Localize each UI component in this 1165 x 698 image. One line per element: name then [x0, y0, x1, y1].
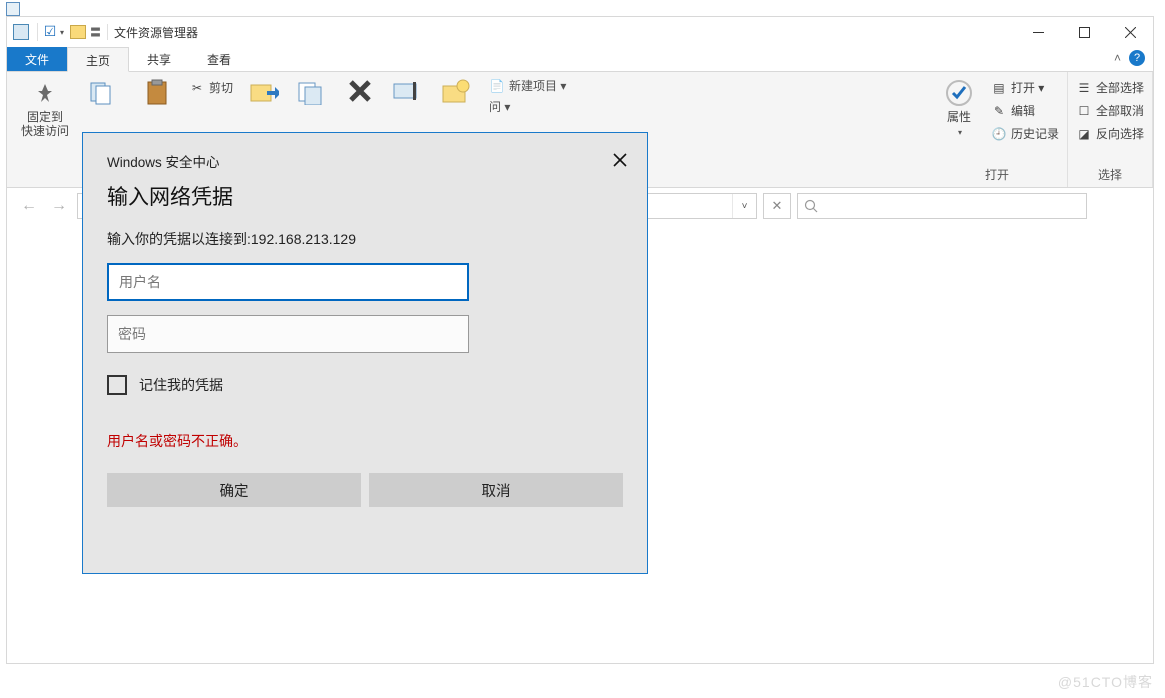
invert-icon: ◪: [1076, 126, 1092, 142]
select-group-label: 选择: [1076, 166, 1144, 185]
collapse-ribbon-icon[interactable]: ˄: [1114, 51, 1121, 65]
new-item-icon: 📄: [489, 78, 505, 94]
new-item-button[interactable]: 📄 新建项目 ▾: [489, 76, 566, 95]
select-none-icon: ☐: [1076, 103, 1092, 119]
edit-button[interactable]: ✎编辑: [991, 101, 1059, 120]
properties-button[interactable]: 属性 ▾: [935, 76, 983, 140]
maximize-button[interactable]: [1061, 17, 1107, 47]
watermark: @51CTO博客: [1058, 672, 1153, 692]
properties-label: 属性: [947, 110, 971, 124]
cancel-button[interactable]: 取消: [369, 473, 623, 507]
app-icon: [13, 24, 29, 40]
title-separator: [107, 24, 108, 40]
qat-separator: [37, 23, 38, 41]
help-icon[interactable]: ?: [1129, 50, 1145, 66]
scissors-icon: ✂: [189, 80, 205, 96]
easy-access-button[interactable]: 问 ▾: [489, 97, 566, 116]
minimize-button[interactable]: [1015, 17, 1061, 47]
select-none-label: 全部取消: [1096, 102, 1144, 119]
edit-icon: ✎: [991, 103, 1007, 119]
close-button[interactable]: [1107, 17, 1153, 47]
select-all-label: 全部选择: [1096, 79, 1144, 96]
ok-button[interactable]: 确定: [107, 473, 361, 507]
select-none-button[interactable]: ☐全部取消: [1076, 101, 1144, 120]
qat-dropdown-icon[interactable]: ▾: [60, 28, 64, 37]
cut-label: 剪切: [209, 79, 233, 96]
delete-icon[interactable]: [345, 76, 375, 106]
checkbox-icon: [107, 375, 127, 395]
title-bar: ☑ ▾ 〓 文件资源管理器: [7, 17, 1153, 47]
search-box[interactable]: [797, 193, 1087, 219]
copy-button[interactable]: [77, 76, 125, 108]
open-group-label: 打开: [935, 166, 1059, 185]
qat-properties-icon[interactable]: ☑: [42, 24, 58, 40]
credentials-dialog: Windows 安全中心 输入网络凭据 输入你的凭据以连接到:192.168.2…: [82, 132, 648, 574]
open-label: 打开 ▾: [1011, 79, 1044, 96]
tab-share[interactable]: 共享: [129, 47, 189, 71]
dialog-subtext: 输入你的凭据以连接到:192.168.213.129: [83, 221, 647, 263]
history-icon: 🕘: [991, 126, 1007, 142]
new-item-label: 新建项目 ▾: [509, 77, 566, 94]
checkmark-icon: [944, 78, 974, 108]
bg-window-icon: [6, 2, 20, 16]
copy-to-icon[interactable]: [297, 76, 327, 106]
window-controls: [1015, 17, 1153, 47]
back-button[interactable]: ←: [17, 194, 41, 218]
paste-button[interactable]: [133, 76, 181, 108]
pin-quick-access-button[interactable]: 固定到 快速访问: [21, 76, 69, 138]
dialog-heading: 输入网络凭据: [83, 175, 647, 221]
open-button[interactable]: ▤打开 ▾: [991, 78, 1059, 97]
tab-home[interactable]: 主页: [67, 47, 129, 72]
rename-icon[interactable]: [393, 76, 423, 106]
pin-icon: [30, 78, 60, 108]
password-field[interactable]: [107, 315, 469, 353]
folder-icon: [70, 25, 86, 39]
open-icon: ▤: [991, 80, 1007, 96]
invert-label: 反向选择: [1096, 125, 1144, 142]
pin-label: 固定到 快速访问: [21, 110, 69, 138]
dialog-close-button[interactable]: [609, 149, 631, 171]
invert-selection-button[interactable]: ◪反向选择: [1076, 124, 1144, 143]
tab-view[interactable]: 查看: [189, 47, 249, 71]
stop-refresh-button[interactable]: ✕: [763, 193, 791, 219]
history-button[interactable]: 🕘历史记录: [991, 124, 1059, 143]
clipboard-icon: [142, 78, 172, 108]
background-window-stub: [0, 2, 130, 16]
explorer-window: ☑ ▾ 〓 文件资源管理器 文件 主页 共享 查看 ˄ ? 固定到 快速访问: [6, 16, 1154, 664]
copy-icon: [86, 78, 116, 108]
dialog-title: Windows 安全中心: [83, 133, 647, 175]
username-field[interactable]: [107, 263, 469, 301]
new-folder-icon[interactable]: [441, 76, 471, 106]
edit-label: 编辑: [1011, 102, 1035, 119]
qat-overflow-icon[interactable]: 〓: [90, 24, 101, 40]
move-to-icon[interactable]: [249, 76, 279, 106]
forward-button[interactable]: →: [47, 194, 71, 218]
address-dropdown-icon[interactable]: ˅: [732, 194, 756, 218]
tab-file[interactable]: 文件: [7, 47, 67, 71]
select-all-button[interactable]: ☰全部选择: [1076, 78, 1144, 97]
window-title: 文件资源管理器: [114, 24, 198, 41]
cut-button[interactable]: ✂ 剪切: [189, 78, 233, 97]
history-label: 历史记录: [1011, 125, 1059, 142]
ribbon-tabs: 文件 主页 共享 查看 ˄ ?: [7, 47, 1153, 72]
remember-label: 记住我的凭据: [139, 375, 223, 395]
easy-access-partial: 问 ▾: [489, 98, 510, 115]
remember-checkbox[interactable]: 记住我的凭据: [107, 375, 647, 395]
error-message: 用户名或密码不正确。: [107, 431, 647, 451]
chevron-down-icon: ▾: [958, 126, 962, 140]
close-icon: [613, 153, 627, 167]
select-all-icon: ☰: [1076, 80, 1092, 96]
search-icon: [804, 199, 818, 213]
